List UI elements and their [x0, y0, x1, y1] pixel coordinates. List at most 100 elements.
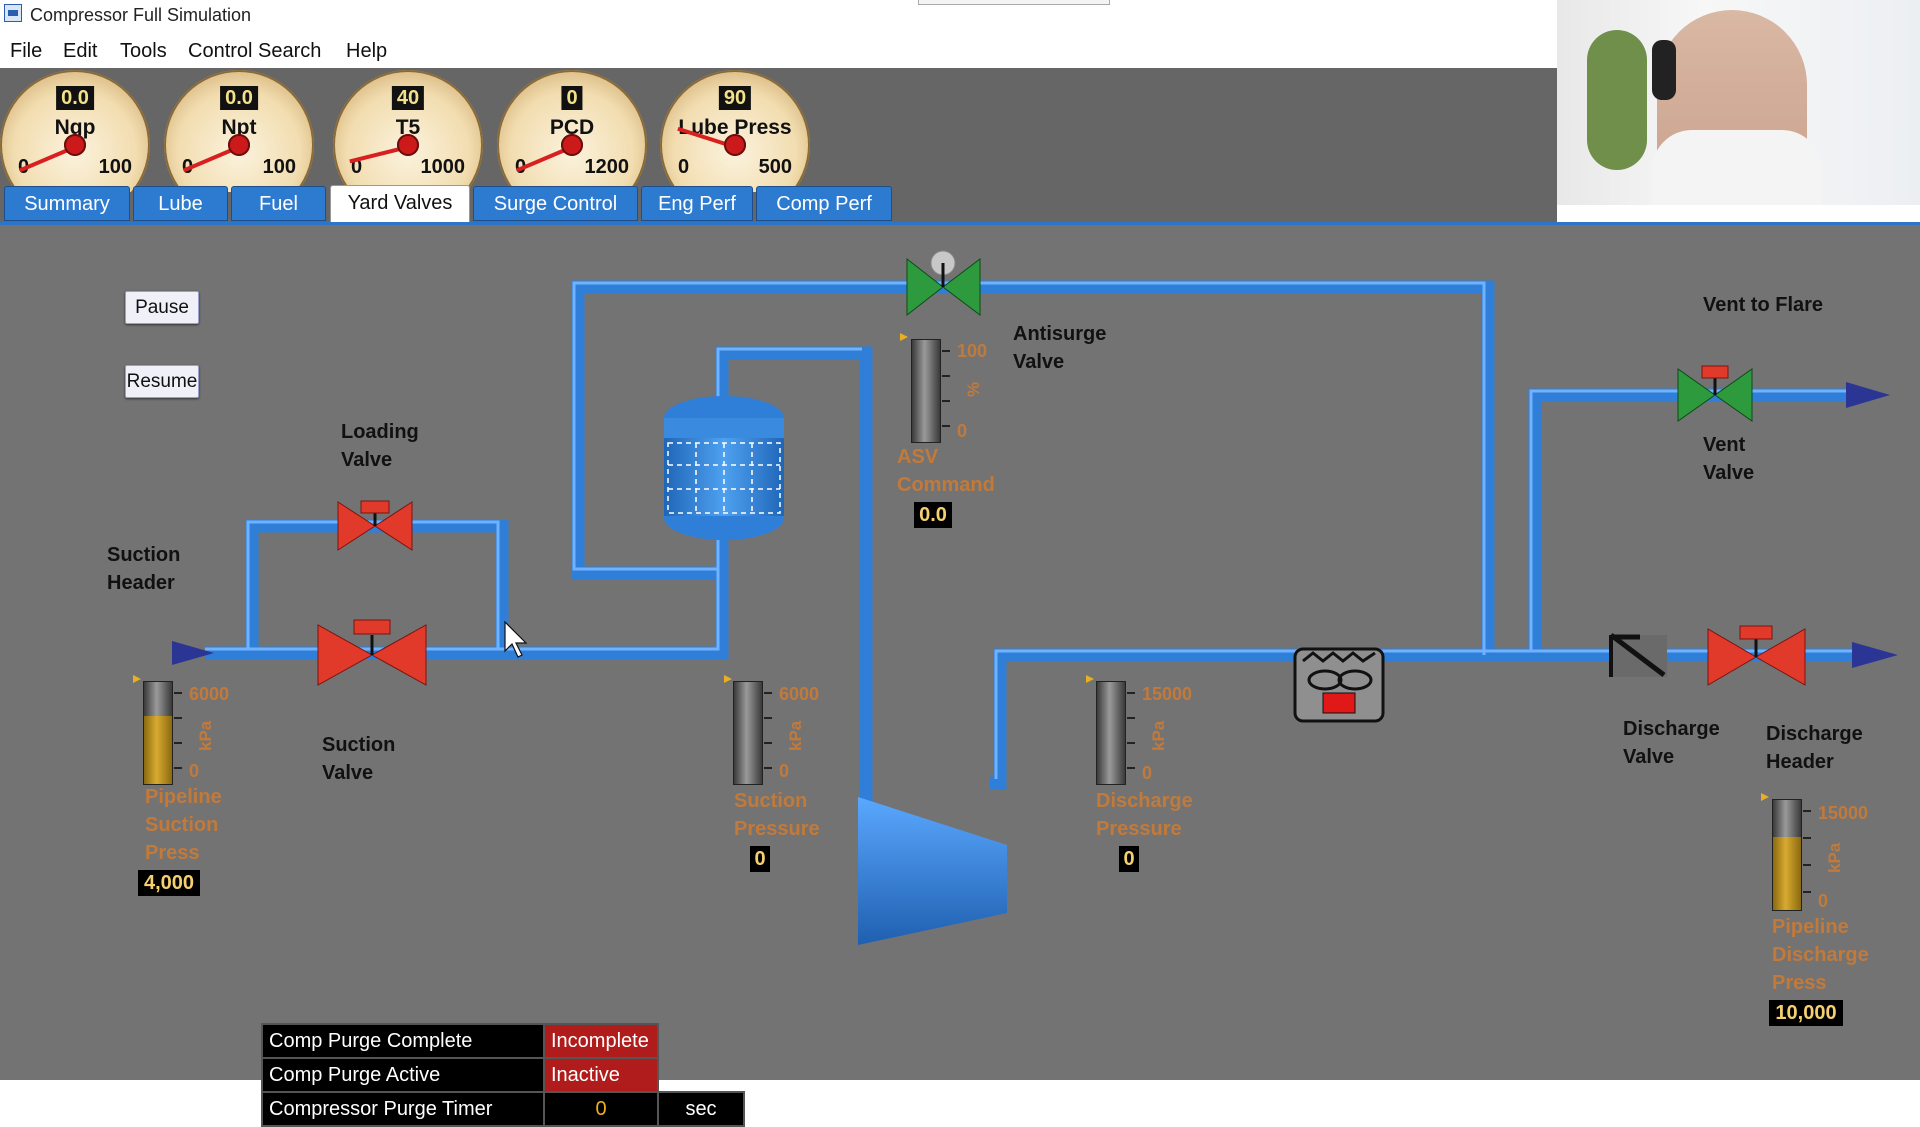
menu-control-search[interactable]: Control Search — [188, 40, 321, 63]
purge-status-table: Comp Purge Complete Incomplete Comp Purg… — [261, 1023, 745, 1127]
scale-tick — [1803, 810, 1811, 812]
pipe-highlight-line — [1529, 389, 1860, 651]
scale-tick — [1803, 864, 1811, 866]
status-name: Comp Purge Complete — [261, 1023, 545, 1059]
scale-tick — [1127, 692, 1135, 694]
vent-outlet-arrow — [1846, 382, 1890, 408]
pipeline-discharge-min: 0 — [1818, 891, 1829, 911]
gauge-max: 100 — [262, 156, 296, 178]
label-line: Suction — [145, 814, 219, 836]
label-line: Valve — [322, 762, 374, 784]
suction-pressure-label: Suction Pressure — [734, 787, 820, 843]
label-line: Pipeline — [145, 786, 222, 808]
plant-image — [1587, 30, 1647, 170]
gauge-lube-press: 90 Lube Press 0 500 — [660, 70, 810, 192]
pipeline-discharge-fill — [1773, 836, 1801, 910]
gauge-panel: 0.0 Ngp 0 100 0.0 Npt 0 100 40 T5 0 1000… — [0, 68, 1557, 223]
gauge-npt: 0.0 Npt 0 100 — [164, 70, 314, 192]
label-line: Suction — [734, 790, 808, 812]
loading-valve-label: Loading Valve — [341, 418, 419, 474]
timer-unit: sec — [657, 1091, 745, 1127]
pause-button[interactable]: Pause — [125, 291, 199, 324]
vent-valve-label: Vent Valve — [1703, 431, 1754, 487]
label-line: Vent — [1703, 434, 1746, 456]
label-line: Discharge — [1766, 723, 1863, 745]
gauge-hub — [561, 134, 583, 156]
label-line: Pressure — [734, 818, 820, 840]
suction-pressure-max: 6000 — [779, 684, 820, 704]
label-line: Antisurge — [1013, 323, 1107, 345]
tab-eng-perf[interactable]: Eng Perf — [641, 186, 753, 221]
table-row: Comp Purge Complete Incomplete — [261, 1023, 744, 1059]
suction-pressure-tube — [733, 681, 772, 785]
headphone-image — [1652, 40, 1676, 100]
app-icon — [4, 4, 22, 22]
tab-summary[interactable]: Summary — [4, 186, 130, 221]
setpoint-marker — [1086, 675, 1094, 683]
suction-valve-icon — [317, 619, 427, 686]
suction-valve-label: Suction Valve — [322, 731, 395, 787]
pipe-vent — [1528, 388, 1860, 655]
label-line: Valve — [1013, 351, 1065, 373]
tab-surge-control[interactable]: Surge Control — [473, 186, 638, 221]
suction-inlet-arrow — [172, 641, 214, 665]
tab-yard-valves[interactable]: Yard Valves — [330, 185, 470, 223]
scale-tick — [1127, 717, 1135, 719]
menu-edit[interactable]: Edit — [63, 40, 97, 63]
discharge-header-label: Discharge Header — [1766, 720, 1863, 776]
discharge-pressure-unit: kPa — [1149, 720, 1168, 751]
label-line: Suction — [107, 544, 181, 566]
table-spacer — [658, 1058, 744, 1092]
menu-help[interactable]: Help — [346, 40, 387, 63]
label-line: Valve — [1703, 462, 1755, 484]
label-line: Discharge — [1623, 718, 1720, 740]
gauge-value: 0.0 — [220, 86, 258, 110]
gauge-max: 100 — [98, 156, 132, 178]
gauge-max: 500 — [758, 156, 792, 178]
scale-tick — [764, 717, 772, 719]
label-line: Discharge — [1096, 790, 1193, 812]
suction-pressure-min: 0 — [779, 761, 790, 781]
suction-header-label: Suction Header — [107, 541, 180, 597]
vent-valve-icon — [1677, 365, 1753, 422]
asv-command-value: 0.0 — [914, 502, 952, 528]
gauge-hub — [64, 134, 86, 156]
label-line: Discharge — [1772, 944, 1869, 966]
resume-button[interactable]: Resume — [125, 365, 199, 398]
asv-scale-min: 0 — [957, 421, 968, 441]
scale-tick — [174, 767, 182, 769]
label-line: Press — [1772, 972, 1827, 994]
setpoint-marker — [900, 333, 908, 341]
tab-fuel[interactable]: Fuel — [231, 186, 326, 221]
table-row: Comp Purge Active Inactive — [261, 1057, 744, 1093]
table-spacer — [658, 1024, 744, 1058]
pipeline-discharge-value: 10,000 — [1769, 1000, 1843, 1026]
window-title: Compressor Full Simulation — [30, 5, 252, 25]
pipeline-suction-label: Pipeline Suction Press — [145, 783, 222, 867]
menu-file[interactable]: File — [10, 40, 42, 63]
menu-tools[interactable]: Tools — [120, 40, 167, 63]
title-bar: Compressor Full Simulation — [0, 0, 1557, 30]
discharge-pressure-value: 0 — [1119, 846, 1139, 872]
scale-tick — [764, 692, 772, 694]
gauge-pcd: 0 PCD 0 1200 — [497, 70, 647, 192]
scale-tick — [942, 400, 950, 402]
scale-tick — [1803, 891, 1811, 893]
suction-pressure-unit: kPa — [786, 720, 805, 751]
label-line: Press — [145, 842, 200, 864]
scale-tick — [764, 767, 772, 769]
scale-tick — [764, 742, 772, 744]
scale-tick — [942, 350, 950, 352]
gauge-max: 1200 — [584, 156, 630, 178]
discharge-valve-label: Discharge Valve — [1623, 715, 1720, 771]
discharge-pressure-max: 15000 — [1142, 684, 1193, 704]
pipeline-suction-value: 4,000 — [138, 870, 200, 896]
label-line: ASV — [897, 446, 939, 468]
scale-tick — [174, 692, 182, 694]
asv-unit: % — [964, 381, 983, 397]
tab-comp-perf[interactable]: Comp Perf — [756, 186, 892, 221]
person-shirt — [1652, 130, 1822, 205]
title-bar-control — [918, 0, 1110, 5]
tab-lube[interactable]: Lube — [133, 186, 228, 221]
pipeline-discharge-label: Pipeline Discharge Press — [1772, 913, 1869, 997]
